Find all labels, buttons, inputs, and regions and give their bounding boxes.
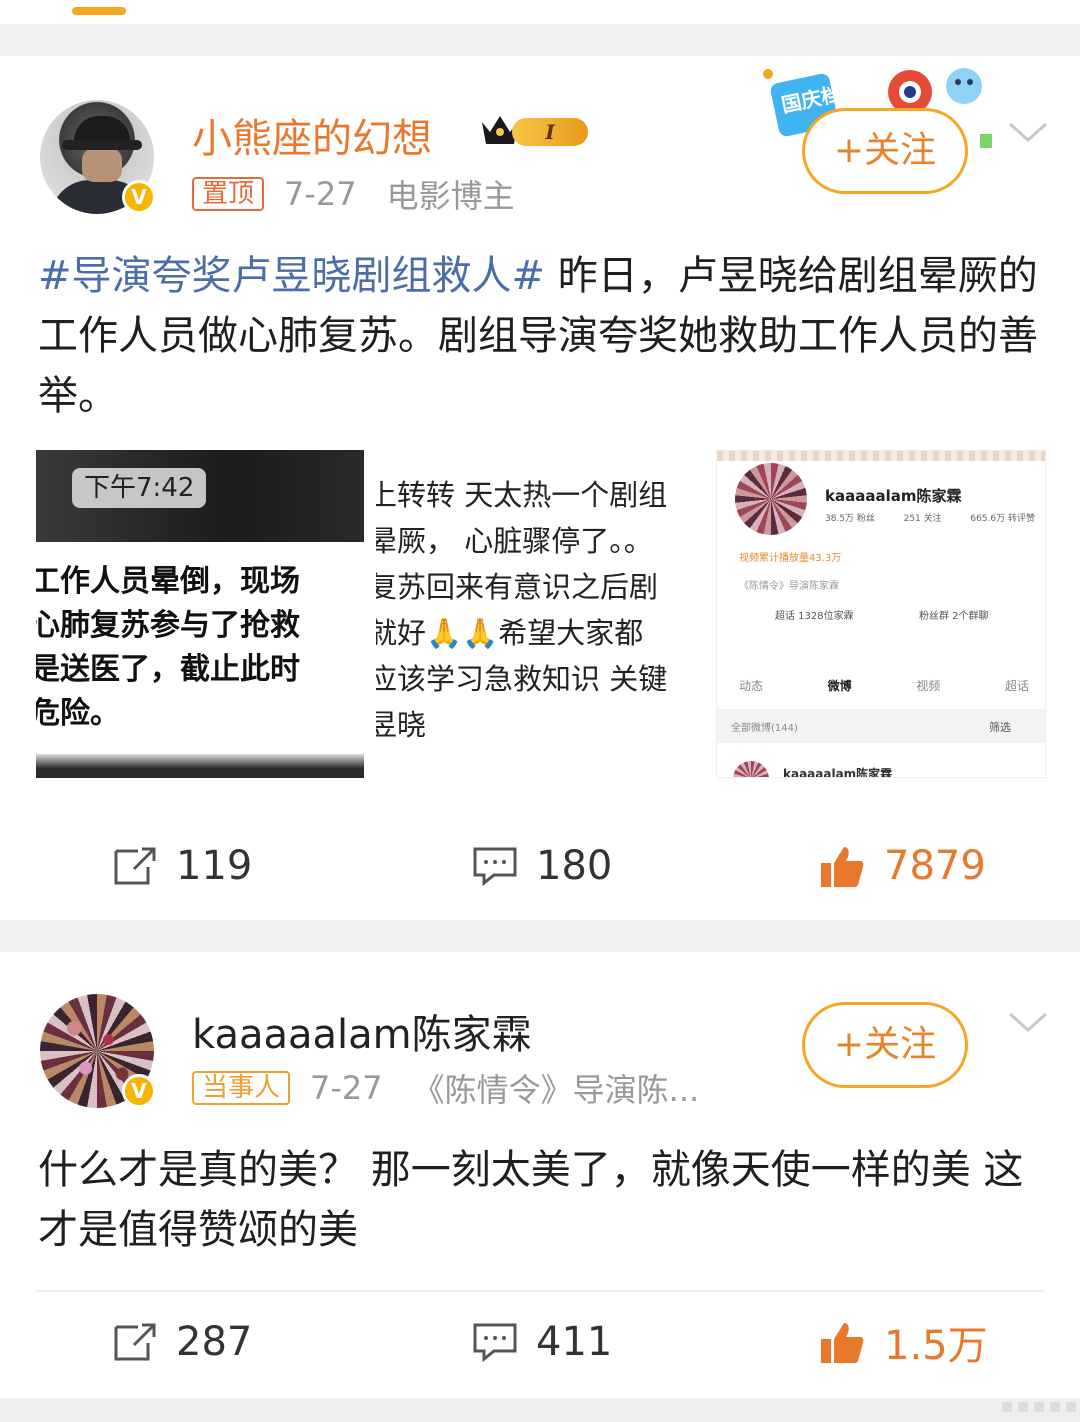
follow-button[interactable]: +关注 [802, 1002, 968, 1088]
comment-count: 180 [536, 843, 613, 889]
active-tab-indicator [72, 7, 126, 15]
author-description: 电影博主 [386, 177, 515, 215]
post-actions: 287 411 1.5万 [0, 1312, 1080, 1372]
like-icon [821, 1323, 864, 1363]
post-card-2: V kaaaaalam陈家霖 当事人 7-27 《陈情令》导演陈... +关注 … [0, 952, 1080, 1398]
profile-next-name: kaaaaalam陈家霖 [783, 767, 893, 778]
profile-note: 视频累计播放量43.3万 [739, 553, 842, 564]
pinned-tag: 置顶 [192, 177, 265, 211]
divider [36, 1290, 1044, 1292]
bottom-strip [0, 1398, 1080, 1422]
comment-button[interactable]: 411 [472, 1312, 612, 1372]
profile-cell: 粉丝群 2个群聊 [919, 611, 989, 622]
top-tab-strip [0, 0, 1080, 24]
image-text: 上转转 天太热一个剧组 晕厥， 心脏骤停了。。 复苏回来有意识之后剧 就好🙏🙏希… [376, 478, 668, 742]
author-name[interactable]: kaaaaalam陈家霖 [192, 1002, 532, 1060]
repost-count: 119 [176, 843, 253, 889]
like-button[interactable]: 7879 [818, 836, 986, 896]
verified-icon: V [122, 180, 156, 214]
post-image-1[interactable]: 下午7:42 工作人员晕倒，现场 心肺复苏参与了抢救 是送医了，截止此时 危险。 [36, 450, 364, 778]
post-card-1: V 小熊座的幻想 I 置顶 7-27 电影博主 国庆档 +关注 #导演夸奖卢昱晓… [0, 56, 1080, 920]
post-meta: 置顶 7-27 电影博主 [192, 174, 515, 215]
repost-count: 287 [176, 1319, 253, 1365]
profile-desc: 《陈情令》导演陈家霖 [739, 581, 839, 592]
post-date: 7-27 [310, 1069, 383, 1107]
involved-party-tag: 当事人 [192, 1071, 291, 1105]
post-meta: 当事人 7-27 《陈情令》导演陈... [192, 1068, 700, 1109]
level-badge[interactable]: I [478, 110, 590, 150]
author-description: 《陈情令》导演陈... [412, 1071, 700, 1109]
like-icon [821, 847, 864, 887]
profile-filter: 筛选 [989, 721, 1011, 734]
level-badge-text: I [512, 118, 588, 146]
comment-count: 411 [536, 1319, 613, 1365]
profile-post-count: 全部微博(144) [731, 723, 798, 734]
post-image-3[interactable]: kaaaaalam陈家霖 38.5万 粉丝 251 关注 665.6万 转评赞 … [716, 450, 1046, 778]
image-text: 工作人员晕倒，现场 心肺复苏参与了抢救 是送医了，截止此时 危险。 [36, 564, 300, 731]
post-actions: 119 180 7879 [0, 836, 1080, 896]
comment-button[interactable]: 180 [472, 836, 612, 896]
follow-button[interactable]: +关注 [802, 108, 968, 194]
post-image-2[interactable]: 上转转 天太热一个剧组 晕厥， 心脏骤停了。。 复苏回来有意识之后剧 就好🙏🙏希… [376, 450, 704, 778]
post-images: 下午7:42 工作人员晕倒，现场 心肺复苏参与了抢救 是送医了，截止此时 危险。… [36, 450, 1046, 778]
like-button[interactable]: 1.5万 [818, 1312, 988, 1372]
post-text: #导演夸奖卢昱晓剧组救人# 昨日，卢昱晓给剧组晕厥的工作人员做心肺复苏。剧组导演… [38, 246, 1048, 426]
profile-tabs: 动态 微博 视频 超话 [739, 679, 1029, 693]
post-date: 7-27 [284, 175, 357, 213]
chevron-down-icon[interactable] [1008, 1002, 1048, 1042]
hashtag-link[interactable]: #导演夸奖卢昱晓剧组救人# [38, 253, 545, 299]
repost-icon [114, 847, 156, 885]
author-name[interactable]: 小熊座的幻想 [192, 106, 432, 164]
repost-icon [114, 1323, 156, 1361]
profile-name: kaaaaalam陈家霖 [825, 487, 962, 505]
comment-icon [473, 847, 517, 887]
post-text: 什么才是真的美？ 那一刻太美了，就像天使一样的美 这才是值得赞颂的美 [38, 1147, 1024, 1253]
profile-avatar [735, 463, 807, 535]
like-count: 1.5万 [884, 1323, 988, 1369]
profile-cell: 超话 1328位家霖 [775, 611, 854, 622]
watermark-dots [1000, 1398, 1076, 1418]
repost-button[interactable]: 287 [112, 1312, 252, 1372]
repost-button[interactable]: 119 [112, 836, 252, 896]
verified-icon: V [122, 1074, 156, 1108]
chevron-down-icon[interactable] [1008, 112, 1048, 152]
image-time-label: 下午7:42 [72, 468, 207, 508]
like-count: 7879 [884, 843, 986, 889]
comment-icon [473, 1323, 517, 1363]
profile-stats: 38.5万 粉丝 251 关注 665.6万 转评赞 [825, 514, 1035, 524]
